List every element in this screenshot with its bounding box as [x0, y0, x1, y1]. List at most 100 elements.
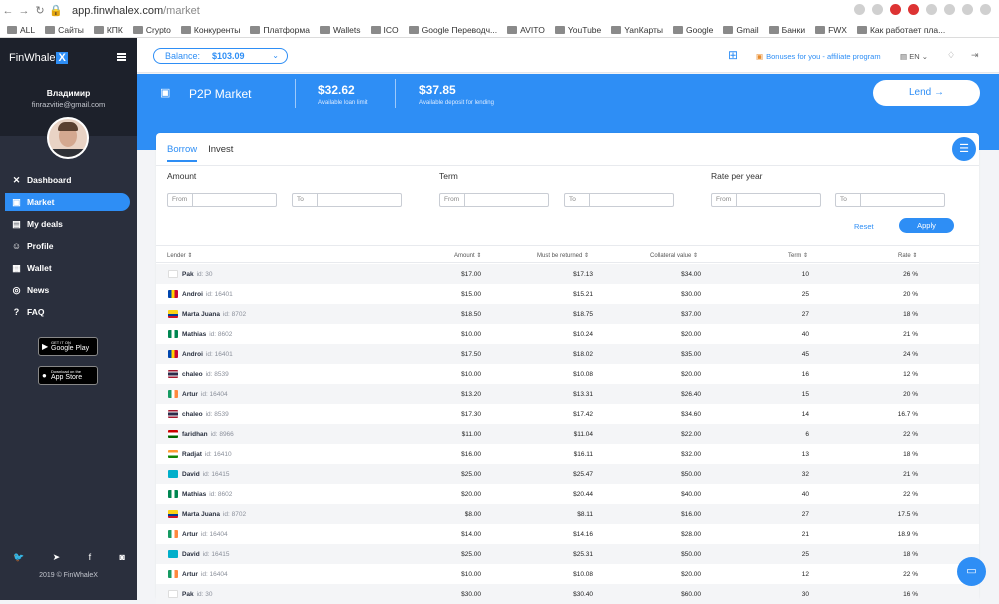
apply-button[interactable]: Apply: [899, 218, 954, 233]
cell-lender[interactable]: David id: 16415: [182, 471, 229, 478]
amount-to-field[interactable]: To: [292, 193, 402, 207]
sidebar-item-faq[interactable]: ? FAQ: [5, 303, 130, 321]
table-row[interactable]: Marta Juana id: 8702 $8.00 $8.11 $16.00 27 17.…: [156, 504, 979, 524]
cell-lender[interactable]: chaleo id: 8539: [182, 411, 229, 418]
table-row[interactable]: Marta Juana id: 8702 $18.50 $18.75 $37.00 27 1…: [156, 304, 979, 324]
chat-icon[interactable]: ▭: [957, 557, 986, 586]
twitter-icon[interactable]: 🐦: [13, 552, 24, 563]
extension-icon[interactable]: [944, 4, 955, 15]
table-row[interactable]: Pak id: 30 $30.00 $30.40 $60.00 30 16 %: [156, 584, 979, 604]
bookmark-item[interactable]: Как работает пла...: [856, 25, 945, 35]
table-row[interactable]: chaleo id: 8539 $17.30 $17.42 $34.60 14 16.7 %: [156, 404, 979, 424]
language-select[interactable]: ▤ EN ⌄: [900, 52, 928, 61]
lend-button[interactable]: Lend →: [873, 80, 980, 106]
sidebar-item-wallet[interactable]: ▦ Wallet: [5, 259, 130, 277]
col-must-be-returned[interactable]: Must be returned ⇕: [537, 252, 589, 259]
cell-lender[interactable]: Radjat id: 16410: [182, 451, 232, 458]
sidebar-item-market[interactable]: ▣ Market: [5, 193, 130, 211]
bookmark-item[interactable]: ALL: [7, 25, 35, 35]
url-field[interactable]: app.finwhalex.com/market: [72, 5, 200, 17]
bookmark-item[interactable]: FWX: [815, 25, 847, 35]
table-row[interactable]: David id: 16415 $25.00 $25.47 $50.00 32 21 %: [156, 464, 979, 484]
hamburger-icon[interactable]: [117, 53, 126, 61]
logout-icon[interactable]: ⇥: [971, 50, 979, 61]
extension-icon[interactable]: [854, 4, 865, 15]
extension-icon[interactable]: [926, 4, 937, 15]
back-icon[interactable]: ←: [0, 5, 16, 17]
table-row[interactable]: Radjat id: 16410 $16.00 $16.11 $32.00 13 18 %: [156, 444, 979, 464]
facebook-icon[interactable]: f: [89, 552, 92, 563]
cell-lender[interactable]: Marta Juana id: 8702: [182, 311, 246, 318]
table-row[interactable]: chaleo id: 8539 $10.00 $10.08 $20.00 16 12 %: [156, 364, 979, 384]
cell-lender[interactable]: Artur id: 16404: [182, 531, 228, 538]
cell-lender[interactable]: Mathias id: 8602: [182, 331, 232, 338]
avatar[interactable]: [47, 117, 89, 159]
filter-icon[interactable]: ☰: [952, 137, 976, 161]
bookmark-item[interactable]: Google: [672, 25, 713, 35]
bookmark-item[interactable]: Платформа: [250, 25, 310, 35]
bookmark-item[interactable]: YouTube: [554, 25, 601, 35]
amount-from-field[interactable]: From: [167, 193, 277, 207]
tab-borrow[interactable]: Borrow: [167, 144, 198, 162]
rate-from-field[interactable]: From: [711, 193, 821, 207]
bookmark-item[interactable]: Конкуренты: [180, 25, 240, 35]
sidebar-item-news[interactable]: ◎ News: [5, 281, 130, 299]
cell-lender[interactable]: Marta Juana id: 8702: [182, 511, 246, 518]
adblock-icon[interactable]: [890, 4, 901, 15]
reset-button[interactable]: Reset: [854, 222, 874, 231]
bookmark-item[interactable]: Банки: [768, 25, 805, 35]
reload-icon[interactable]: ↻: [32, 4, 48, 17]
col-rate[interactable]: Rate ⇕: [898, 252, 917, 259]
bonus-link[interactable]: ▣ Bonuses for you - affiliate program: [756, 52, 881, 61]
table-row[interactable]: Artur id: 16404 $10.00 $10.08 $20.00 12 22 %: [156, 564, 979, 584]
cell-lender[interactable]: chaleo id: 8539: [182, 371, 229, 378]
table-row[interactable]: Mathias id: 8602 $20.00 $20.44 $40.00 40 22 %: [156, 484, 979, 504]
bookmark-item[interactable]: Gmail: [723, 25, 759, 35]
cell-lender[interactable]: faridhan id: 8966: [182, 431, 234, 438]
app-store-badge[interactable]: ● Download on the App Store: [38, 366, 98, 385]
table-row[interactable]: Androi id: 16401 $15.00 $15.21 $30.00 25 20 %: [156, 284, 979, 304]
table-row[interactable]: David id: 16415 $25.00 $25.31 $50.00 25 18 %: [156, 544, 979, 564]
extension-icon[interactable]: [872, 4, 883, 15]
telegram-icon[interactable]: ➤: [53, 552, 61, 563]
sidebar-item-profile[interactable]: ☺ Profile: [5, 237, 130, 255]
tab-invest[interactable]: Invest: [208, 144, 233, 162]
cell-lender[interactable]: Androi id: 16401: [182, 291, 233, 298]
table-row[interactable]: Androi id: 16401 $17.50 $18.02 $35.00 45 24 %: [156, 344, 979, 364]
cell-lender[interactable]: Artur id: 16404: [182, 571, 228, 578]
bookmark-item[interactable]: YanКарты: [611, 25, 663, 35]
col-amount[interactable]: Amount ⇕: [454, 252, 481, 259]
cell-lender[interactable]: Androi id: 16401: [182, 351, 233, 358]
profile-icon[interactable]: [962, 4, 973, 15]
notification-icon[interactable]: ♢: [947, 50, 955, 61]
cell-lender[interactable]: Pak id: 30: [182, 271, 212, 278]
cell-lender[interactable]: Pak id: 30: [182, 591, 212, 598]
col-lender[interactable]: Lender ⇕: [167, 252, 192, 259]
table-row[interactable]: Mathias id: 8602 $10.00 $10.24 $20.00 40 21 %: [156, 324, 979, 344]
grid-icon[interactable]: ⊞: [728, 49, 740, 61]
sidebar-item-my-deals[interactable]: ▤ My deals: [5, 215, 130, 233]
bookmark-item[interactable]: Wallets: [319, 25, 361, 35]
menu-icon[interactable]: [980, 4, 991, 15]
cell-lender[interactable]: David id: 16415: [182, 551, 229, 558]
bookmark-item[interactable]: Сайты: [45, 25, 84, 35]
rate-to-field[interactable]: To: [835, 193, 945, 207]
col-term[interactable]: Term ⇕: [788, 252, 808, 259]
cell-lender[interactable]: Mathias id: 8602: [182, 491, 232, 498]
table-row[interactable]: Pak id: 30 $17.00 $17.13 $34.00 10 26 %: [156, 264, 979, 284]
instagram-icon[interactable]: ◙: [120, 552, 125, 563]
table-row[interactable]: Artur id: 16404 $14.00 $14.16 $28.00 21 18.9 %: [156, 524, 979, 544]
logo[interactable]: FinWhale X: [9, 52, 68, 64]
sidebar-item-dashboard[interactable]: ✕ Dashboard: [5, 171, 130, 189]
bookmark-item[interactable]: ICO: [370, 25, 399, 35]
cell-lender[interactable]: Artur id: 16404: [182, 391, 228, 398]
bookmark-item[interactable]: Crypto: [132, 25, 171, 35]
col-collateral[interactable]: Collateral value ⇕: [650, 252, 698, 259]
term-to-field[interactable]: To: [564, 193, 674, 207]
table-row[interactable]: faridhan id: 8966 $11.00 $11.04 $22.00 6 22 %: [156, 424, 979, 444]
forward-icon[interactable]: →: [16, 5, 32, 17]
bookmark-item[interactable]: AVITO: [507, 25, 545, 35]
balance-dropdown[interactable]: Balance: $103.09 ⌄: [153, 48, 288, 64]
bookmark-item[interactable]: Google Переводч...: [408, 25, 497, 35]
bookmark-item[interactable]: КПК: [93, 25, 123, 35]
